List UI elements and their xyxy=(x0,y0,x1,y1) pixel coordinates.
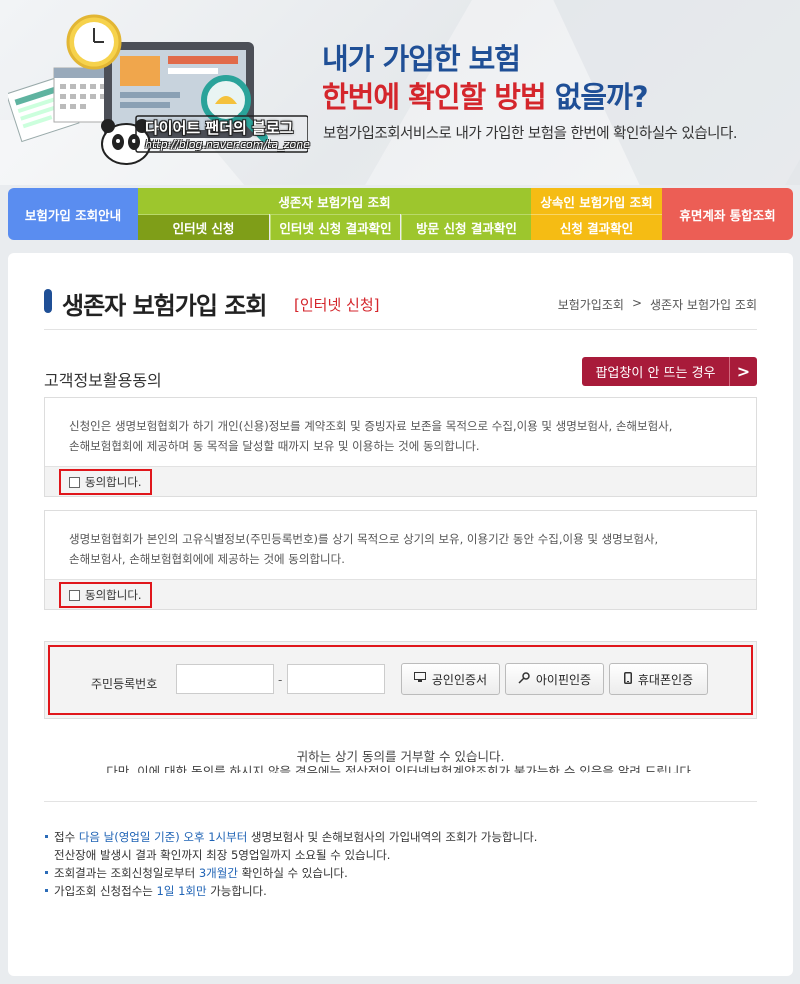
agree-label: 동의합니다. xyxy=(85,475,142,489)
resident-number-back-input[interactable] xyxy=(287,664,385,694)
breadcrumb-item-current: 생존자 보험가입 조회 xyxy=(650,298,757,312)
content-panel: 생존자 보험가입 조회 [인터넷 신청] 보험가입조회 > 생존자 보험가입 조… xyxy=(8,253,793,976)
monitor-icon xyxy=(413,672,426,686)
consent-text-line: 신청인은 생명보험협회가 하기 개인(신용)정보를 계약조회 및 증빙자료 보존… xyxy=(69,419,673,433)
title-accent-bar xyxy=(44,289,52,313)
chevron-right-icon: > xyxy=(729,357,757,386)
resident-number-front-input[interactable] xyxy=(176,664,274,694)
header-banner: 다이어트 팬더의 블로그 http://blog.naver.com/ta_zo… xyxy=(0,0,800,185)
headline-dark-part: 없을까? xyxy=(545,80,649,114)
breadcrumb-separator: > xyxy=(631,296,642,310)
refusal-notice: 귀하는 상기 동의를 거부할 수 있습니다. xyxy=(296,749,505,764)
refusal-notice-detail: 다만, 이에 대한 동의를 하시지 않을 경우에는 정상적인 인터넷보험계약조회… xyxy=(106,764,695,773)
popup-help-label: 팝업창이 안 뜨는 경우 xyxy=(595,366,716,381)
ipin-auth-button[interactable]: 아이핀인증 xyxy=(505,663,604,695)
certificate-auth-button[interactable]: 공인인증서 xyxy=(401,663,500,695)
key-icon xyxy=(518,671,530,687)
breadcrumb-item-insurance-inquiry[interactable]: 보험가입조회 xyxy=(558,296,624,313)
consent-section-label: 고객정보활용동의 xyxy=(44,371,162,390)
consent-text-line: 손해보험사, 손해보험협회에에 제공하는 것에 동의합니다. xyxy=(69,552,345,566)
title-divider xyxy=(44,329,757,330)
nav-survivor-inquiry[interactable]: 생존자 보험가입 조회 xyxy=(138,188,531,214)
consent-text-line: 생명보험협회가 본인의 고유식별정보(주민등록번호)를 상기 목적으로 상기의 … xyxy=(69,532,659,546)
agree-checkbox-2[interactable]: 동의합니다. xyxy=(59,582,152,608)
banner-subtitle: 보험가입조회서비스로 내가 가입한 보험을 한번에 확인하실수 있습니다. xyxy=(323,126,737,142)
nav-heir-inquiry[interactable]: 상속인 보험가입 조회 xyxy=(531,188,662,214)
consent-box-unique-id: 생명보험협회가 본인의 고유식별정보(주민등록번호)를 상기 목적으로 상기의 … xyxy=(44,510,757,610)
info-item: 조회결과는 조회신청일로부터 3개월간 확인하실 수 있습니다. xyxy=(44,864,537,882)
popup-help-button[interactable]: 팝업창이 안 뜨는 경우 > xyxy=(582,357,757,386)
nav-survivor-internet-result[interactable]: 인터넷 신청 결과확인 xyxy=(270,214,400,240)
headline-red-part: 한번에 확인할 방법 xyxy=(322,80,547,114)
mobile-phone-icon xyxy=(623,671,632,687)
consent-box-personal-info: 신청인은 생명보험협회가 하기 개인(신용)정보를 계약조회 및 증빙자료 보존… xyxy=(44,397,757,497)
checkbox-icon[interactable] xyxy=(69,476,80,488)
info-divider xyxy=(44,801,757,802)
banner-headline-1: 내가 가입한 보험 xyxy=(322,42,521,76)
resident-number-dash: - xyxy=(278,673,283,687)
agree-checkbox-1[interactable]: 동의합니다. xyxy=(59,469,152,495)
nav-dormant-account[interactable]: 휴면계좌 통합조회 xyxy=(662,188,793,240)
nav-survivor-internet-apply[interactable]: 인터넷 신청 xyxy=(138,214,269,240)
info-item: 가입조회 신청접수는 1일 1회만 가능합니다. xyxy=(44,882,537,900)
consent-text: 신청인은 생명보험협회가 하기 개인(신용)정보를 계약조회 및 증빙자료 보존… xyxy=(45,398,756,466)
consent-text: 생명보험협회가 본인의 고유식별정보(주민등록번호)를 상기 목적으로 상기의 … xyxy=(45,511,756,579)
ipin-auth-label: 아이핀인증 xyxy=(535,672,592,687)
main-navigation: 보험가입 조회안내 생존자 보험가입 조회 인터넷 신청 인터넷 신청 결과확인… xyxy=(8,188,793,240)
certificate-auth-label: 공인인증서 xyxy=(431,672,488,687)
page-title: 생존자 보험가입 조회 xyxy=(62,292,267,320)
phone-auth-button[interactable]: 휴대폰인증 xyxy=(609,663,708,695)
info-item: 접수 다음 날(영업일 기준) 오후 1시부터 생명보험사 및 손해보험사의 가… xyxy=(44,828,537,846)
agree-label: 동의합니다. xyxy=(85,588,142,602)
consent-text-line: 손해보험협회에 제공하며 동 목적을 달성할 때까지 보유 및 이용하는 것에 … xyxy=(69,439,480,453)
blog-title: 다이어트 팬더의 블로그 xyxy=(145,119,294,137)
page-subtitle: [인터넷 신청] xyxy=(294,296,380,314)
nav-heir-result[interactable]: 신청 결과확인 xyxy=(531,214,662,240)
blog-url: http://blog.naver.com/ta_zone xyxy=(145,138,310,151)
refusal-notice-cutoff: 다만, 이에 대한 동의를 하시지 않을 경우에는 정상적인 인터넷보험계약조회… xyxy=(8,764,793,773)
phone-auth-label: 휴대폰인증 xyxy=(637,672,694,687)
info-item-continued: 전산장애 발생시 결과 확인까지 최장 5영업일까지 소요될 수 있습니다. xyxy=(54,848,391,862)
nav-insurance-guide[interactable]: 보험가입 조회안내 xyxy=(8,188,138,240)
consent-footer: 동의합니다. xyxy=(45,466,756,496)
banner-headline-2: 한번에 확인할 방법 없을까? xyxy=(322,74,649,116)
info-list: 접수 다음 날(영업일 기준) 오후 1시부터 생명보험사 및 손해보험사의 가… xyxy=(44,828,537,900)
consent-footer: 동의합니다. xyxy=(45,579,756,609)
nav-survivor-visit-result[interactable]: 방문 신청 결과확인 xyxy=(401,214,531,240)
resident-number-label: 주민등록번호 xyxy=(91,677,158,691)
breadcrumb: 보험가입조회 > 생존자 보험가입 조회 xyxy=(558,296,757,313)
checkbox-icon[interactable] xyxy=(69,589,80,601)
